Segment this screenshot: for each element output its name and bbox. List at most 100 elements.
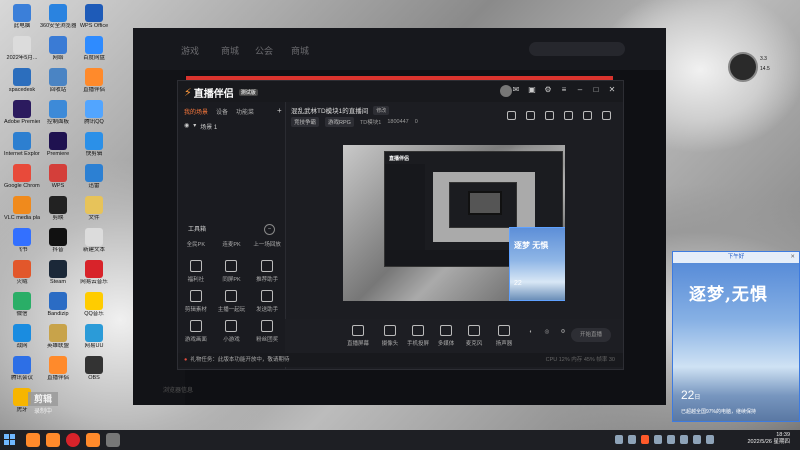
desktop-icon[interactable]: 腾讯QQ [76,100,112,125]
desktop-icon[interactable]: 快剪辑 [76,132,112,157]
tray-icon[interactable] [641,435,649,444]
toolbox-item[interactable]: 粉丝团奖 [250,320,284,343]
tab-my-scenes[interactable]: 我的场景 [184,107,208,116]
mail-icon[interactable]: ✉ [511,85,521,94]
desktop-icon[interactable]: 迅雷 [76,164,112,189]
desktop-icon[interactable]: 抖音 [40,228,76,253]
bg-tab-shop[interactable]: 商城 [291,44,309,57]
minimize-icon[interactable]: – [575,85,585,94]
desktop-icon[interactable]: 网络 [40,36,76,61]
tray-icon[interactable] [654,435,662,444]
toolbox-item[interactable]: 剪辑素材 [179,290,213,313]
close-icon[interactable]: ✕ [607,85,617,94]
desktop-icon[interactable]: 微信 [4,292,40,317]
bell-icon[interactable] [583,111,592,120]
bg-search-input[interactable] [529,42,625,56]
desktop-icon[interactable]: WPS [40,164,76,189]
volume-icon[interactable] [706,435,714,444]
desktop-icon[interactable]: WPS Office [76,4,112,29]
desktop-icon[interactable]: OBS [76,356,112,381]
desktop-icon[interactable]: 网易UU [76,324,112,349]
toolbox-item[interactable]: 推荐助手 [250,260,284,283]
desktop-icon[interactable]: 2022年5月... [4,36,40,61]
desktop-icon[interactable]: 英雄联盟 [40,324,76,349]
desktop-icon[interactable]: Premiere [40,132,76,157]
desktop-icon[interactable]: 回收站 [40,68,76,93]
desktop-icon[interactable]: Google Chrome [4,164,40,189]
media-button[interactable]: 多媒体 [433,325,459,347]
share-icon[interactable] [602,111,611,120]
speaker-button[interactable]: 扬声器 [491,325,517,347]
start-live-button[interactable]: 开始直播 [571,328,611,342]
notice-text[interactable]: 礼物任务：此版本功能开放中，敬请期待 [190,357,289,363]
taskbar-app-live[interactable] [26,433,40,447]
screen-capture-button[interactable]: 直播屏幕 [345,325,371,347]
screen-icon[interactable]: ▣ [527,85,537,94]
toolbox-item[interactable]: 连麦PK [214,240,248,248]
edit-title-button[interactable]: 修改 [373,105,390,115]
desktop-icon[interactable]: 直播伴侣 [40,356,76,381]
phone-cast-button[interactable]: 手机投屏 [405,325,431,347]
bg-tab-mall[interactable]: 商城 [221,44,239,57]
desktop-icon[interactable]: spacedesk [4,68,40,93]
taskbar-app-explorer[interactable] [106,433,120,447]
desktop-icon[interactable]: Bandizip [40,292,76,317]
settings-icon[interactable]: ⚙ [543,85,553,94]
beauty-icon[interactable]: ◎ [541,329,553,335]
scene-item[interactable]: ◉ ▾ 场景 1 [184,122,217,131]
desktop-icon[interactable]: QQ音乐 [76,292,112,317]
tray-icon[interactable] [680,435,688,444]
desktop-icon[interactable]: 网易云音乐 [76,260,112,285]
toolbox-item[interactable]: 全民PK [179,240,213,248]
desktop-icon[interactable]: 此电脑 [4,4,40,29]
desktop-icon[interactable]: 直播伴侣 [76,68,112,93]
toolbox-item[interactable]: 主播一起玩 [214,290,248,313]
tab-functions[interactable]: 功能菜 [236,107,254,116]
collapse-icon[interactable]: – [264,224,275,235]
desktop-icon[interactable]: Internet Explorer [4,132,40,157]
tray-icon[interactable] [628,435,636,444]
disk-gauge-icon[interactable] [728,52,758,82]
chart-icon[interactable] [545,111,554,120]
eye-icon[interactable]: ◉ [184,122,189,131]
menu-icon[interactable]: ≡ [559,85,569,94]
desktop-icon[interactable]: 火绒 [4,260,40,285]
add-scene-button[interactable]: + [277,106,282,115]
tray-icon[interactable] [615,435,623,444]
room-tag[interactable]: 竞技争霸 [291,117,320,127]
chevron-down-icon[interactable]: ▾ [193,122,196,131]
taskbar-clock[interactable]: 18:39 2022/5/26 星期四 [748,432,791,446]
list-icon[interactable] [564,111,573,120]
music-icon[interactable] [526,111,535,120]
tab-devices[interactable]: 设备 [216,107,228,116]
gear-icon[interactable]: ⚙ [557,329,569,335]
taskbar-app-live-3[interactable] [86,433,100,447]
room-tag[interactable]: 游戏RPG [325,117,354,127]
toolbox-item[interactable]: 上一场回放 [250,240,284,248]
toolbox-item[interactable]: 小游戏 [214,320,248,343]
tray-icon[interactable] [667,435,675,444]
desktop-icon[interactable]: VLC media player [4,196,40,221]
bg-tab-guild[interactable]: 公会 [255,44,273,57]
desktop-icon[interactable]: 文件 [76,196,112,221]
network-icon[interactable] [693,435,701,444]
taskbar-app-live-2[interactable] [46,433,60,447]
desktop-icon[interactable]: 战网 [4,324,40,349]
desktop-icon[interactable]: Steam [40,260,76,285]
gift-icon[interactable] [507,111,516,120]
desktop-icon[interactable]: 360安全浏览器 [40,4,76,29]
stream-preview[interactable]: 直播伴侣 逐梦 无惧 22 [343,145,565,301]
desktop-icon[interactable]: 飞书 [4,228,40,253]
microphone-button[interactable]: 麦克风 [461,325,487,347]
camera-button[interactable]: 摄像头 [377,325,403,347]
toolbox-item[interactable]: 发送助手 [250,290,284,313]
desktop-icon[interactable]: 新建文本 [76,228,112,253]
windows-start-icon[interactable] [4,434,15,445]
taskbar-app-music[interactable] [66,433,80,447]
bg-tab-game[interactable]: 游戏 [181,44,199,57]
desktop-icon[interactable]: Adobe Premiere [4,100,40,125]
live-companion-window[interactable]: ⚡ 直播伴侣 测试版 ✉ ▣ ⚙ ≡ – □ ✕ 我的场景 设备 功能菜 + ◉… [177,80,624,370]
desktop-icon[interactable]: 百度网盘 [76,36,112,61]
toolbox-item[interactable]: 同屏PK [214,260,248,283]
desktop-icon[interactable]: 腾讯会议 [4,356,40,381]
